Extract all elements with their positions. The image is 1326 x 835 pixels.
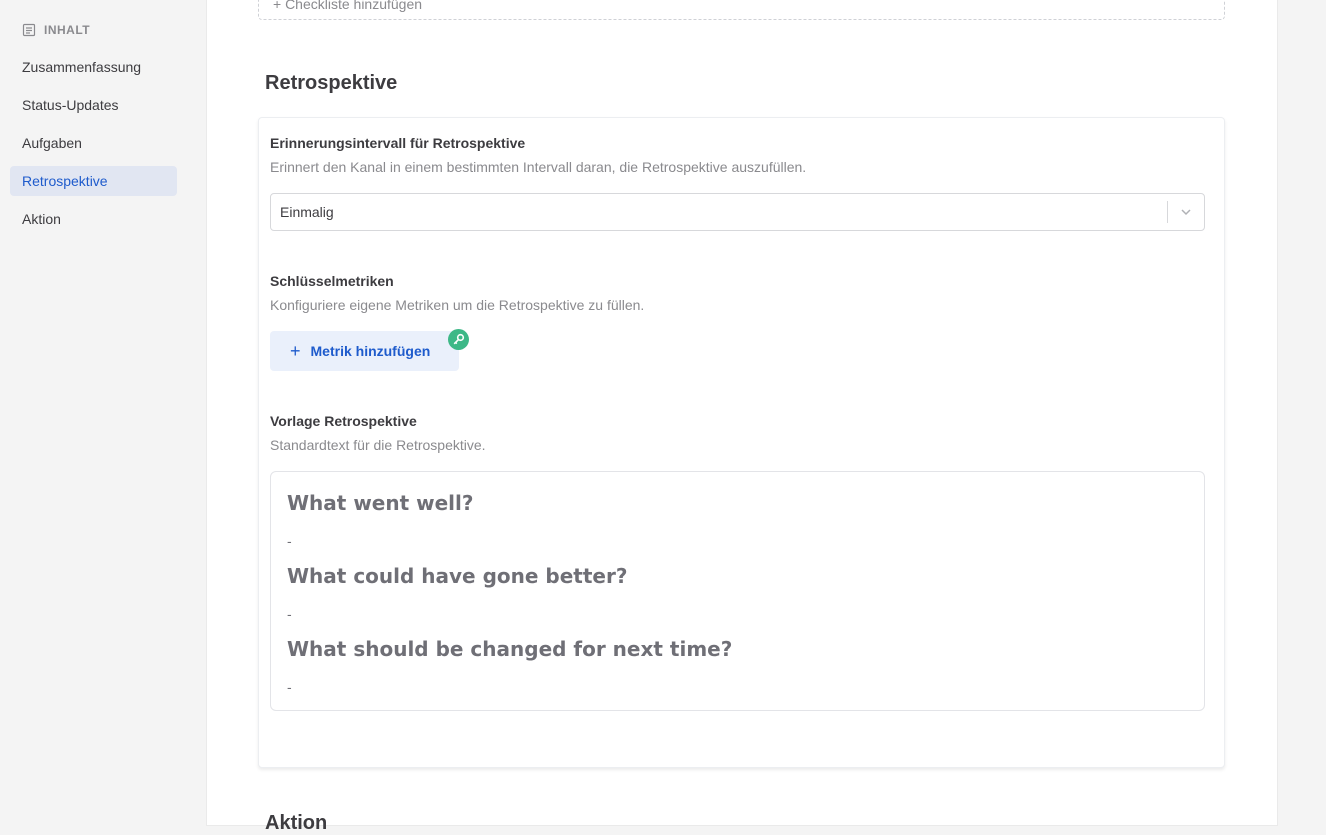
chevron-down-icon[interactable]: [1168, 205, 1204, 219]
document-icon: [22, 23, 36, 37]
add-metric-label: Metrik hinzufügen: [310, 343, 431, 359]
metrics-description: Konfiguriere eigene Metriken um die Retr…: [270, 297, 645, 313]
template-dash-1: -: [287, 533, 292, 549]
toc-item-zusammenfassung[interactable]: Zusammenfassung: [10, 52, 177, 82]
template-label: Vorlage Retrospektive: [270, 413, 417, 429]
add-metric-button[interactable]: + Metrik hinzufügen: [270, 331, 459, 371]
main-content: + Checkliste hinzufügen Retrospektive Er…: [207, 0, 1277, 834]
toc-header: INHALT: [22, 22, 90, 38]
toc-item-status-updates[interactable]: Status-Updates: [10, 90, 177, 120]
template-editor[interactable]: What went well? - What could have gone b…: [270, 471, 1205, 711]
toc-item-aktion[interactable]: Aktion: [10, 204, 177, 234]
reminder-description: Erinnert den Kanal in einem bestimmten I…: [270, 159, 807, 175]
reminder-interval-select[interactable]: Einmalig: [270, 193, 1205, 231]
key-icon: [448, 329, 469, 350]
metrics-label: Schlüsselmetriken: [270, 273, 394, 289]
reminder-interval-value: Einmalig: [280, 204, 334, 220]
action-section-title: Aktion: [265, 812, 328, 834]
reminder-label: Erinnerungsintervall für Retrospektive: [270, 135, 526, 151]
sidebar: INHALT Zusammenfassung Status-Updates Au…: [0, 0, 206, 825]
template-heading-1: What went well?: [287, 491, 474, 515]
template-heading-3: What should be changed for next time?: [287, 637, 733, 661]
retrospective-panel: Erinnerungsintervall für Retrospektive E…: [258, 117, 1225, 768]
toc-header-label: INHALT: [44, 23, 91, 37]
toc-item-aufgaben[interactable]: Aufgaben: [10, 128, 177, 158]
template-dash-2: -: [287, 606, 292, 622]
template-dash-3: -: [287, 679, 292, 695]
template-heading-2: What could have gone better?: [287, 564, 628, 588]
template-description: Standardtext für die Retrospektive.: [270, 437, 486, 453]
retrospective-title: Retrospektive: [265, 72, 398, 94]
toc-item-retrospektive[interactable]: Retrospektive: [10, 166, 177, 196]
add-checklist-button[interactable]: + Checkliste hinzufügen: [258, 0, 1225, 20]
plus-icon: +: [290, 340, 301, 361]
